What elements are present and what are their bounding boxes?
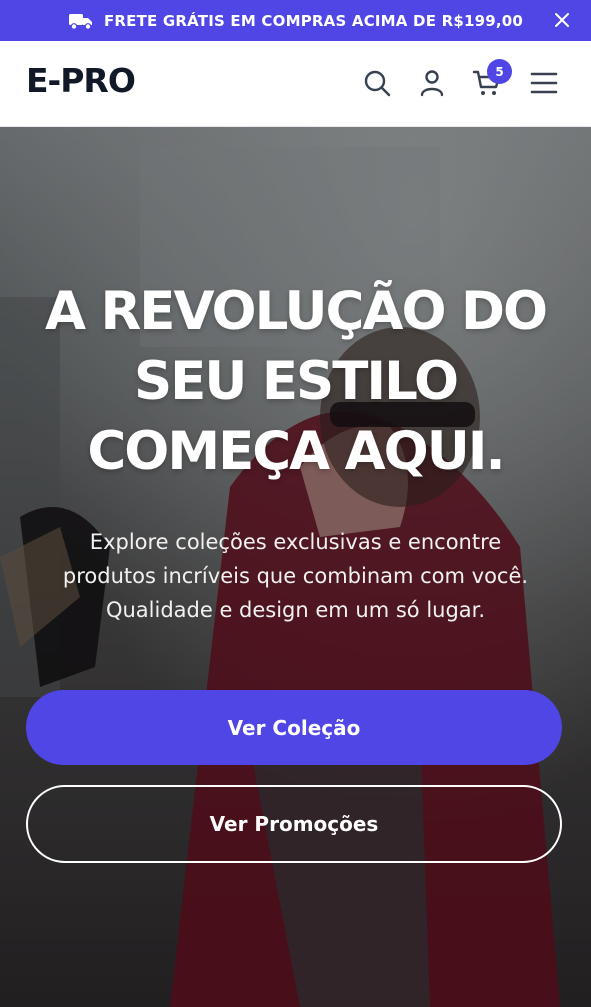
hero-subtitle-line: Qualidade e design em um só lugar. <box>105 598 486 622</box>
menu-icon[interactable] <box>529 68 559 98</box>
logo[interactable]: E-PRO <box>26 61 136 100</box>
hero-subtitle-line: produtos incríveis que combinam com você… <box>62 564 529 588</box>
site-header: E-PRO 5 <box>0 41 591 127</box>
search-icon[interactable] <box>362 68 392 98</box>
hero-section: A REVOLUÇÃO DO SEU ESTILO COMEÇA AQUI. E… <box>0 127 591 1007</box>
hero-subtitle: Explore coleções exclusivas e encontre p… <box>20 525 571 627</box>
view-promotions-button[interactable]: Ver Promoções <box>26 785 562 863</box>
promo-text: FRETE GRÁTIS EM COMPRAS ACIMA DE R$199,0… <box>103 11 524 30</box>
truck-icon <box>68 13 92 30</box>
hero-title: A REVOLUÇÃO DO SEU ESTILO COMEÇA AQUI. <box>0 277 591 487</box>
user-icon[interactable] <box>417 68 447 98</box>
hero-title-line: A REVOLUÇÃO DO <box>44 281 548 342</box>
hero-title-line: COMEÇA AQUI. <box>87 421 505 482</box>
hero-title-line: SEU ESTILO <box>133 351 459 412</box>
cart-count-badge: 5 <box>487 59 512 84</box>
view-collection-button[interactable]: Ver Coleção <box>26 690 562 765</box>
hero-subtitle-line: Explore coleções exclusivas e encontre <box>89 530 502 554</box>
promo-bar: FRETE GRÁTIS EM COMPRAS ACIMA DE R$199,0… <box>0 0 591 41</box>
close-icon[interactable] <box>553 11 571 29</box>
